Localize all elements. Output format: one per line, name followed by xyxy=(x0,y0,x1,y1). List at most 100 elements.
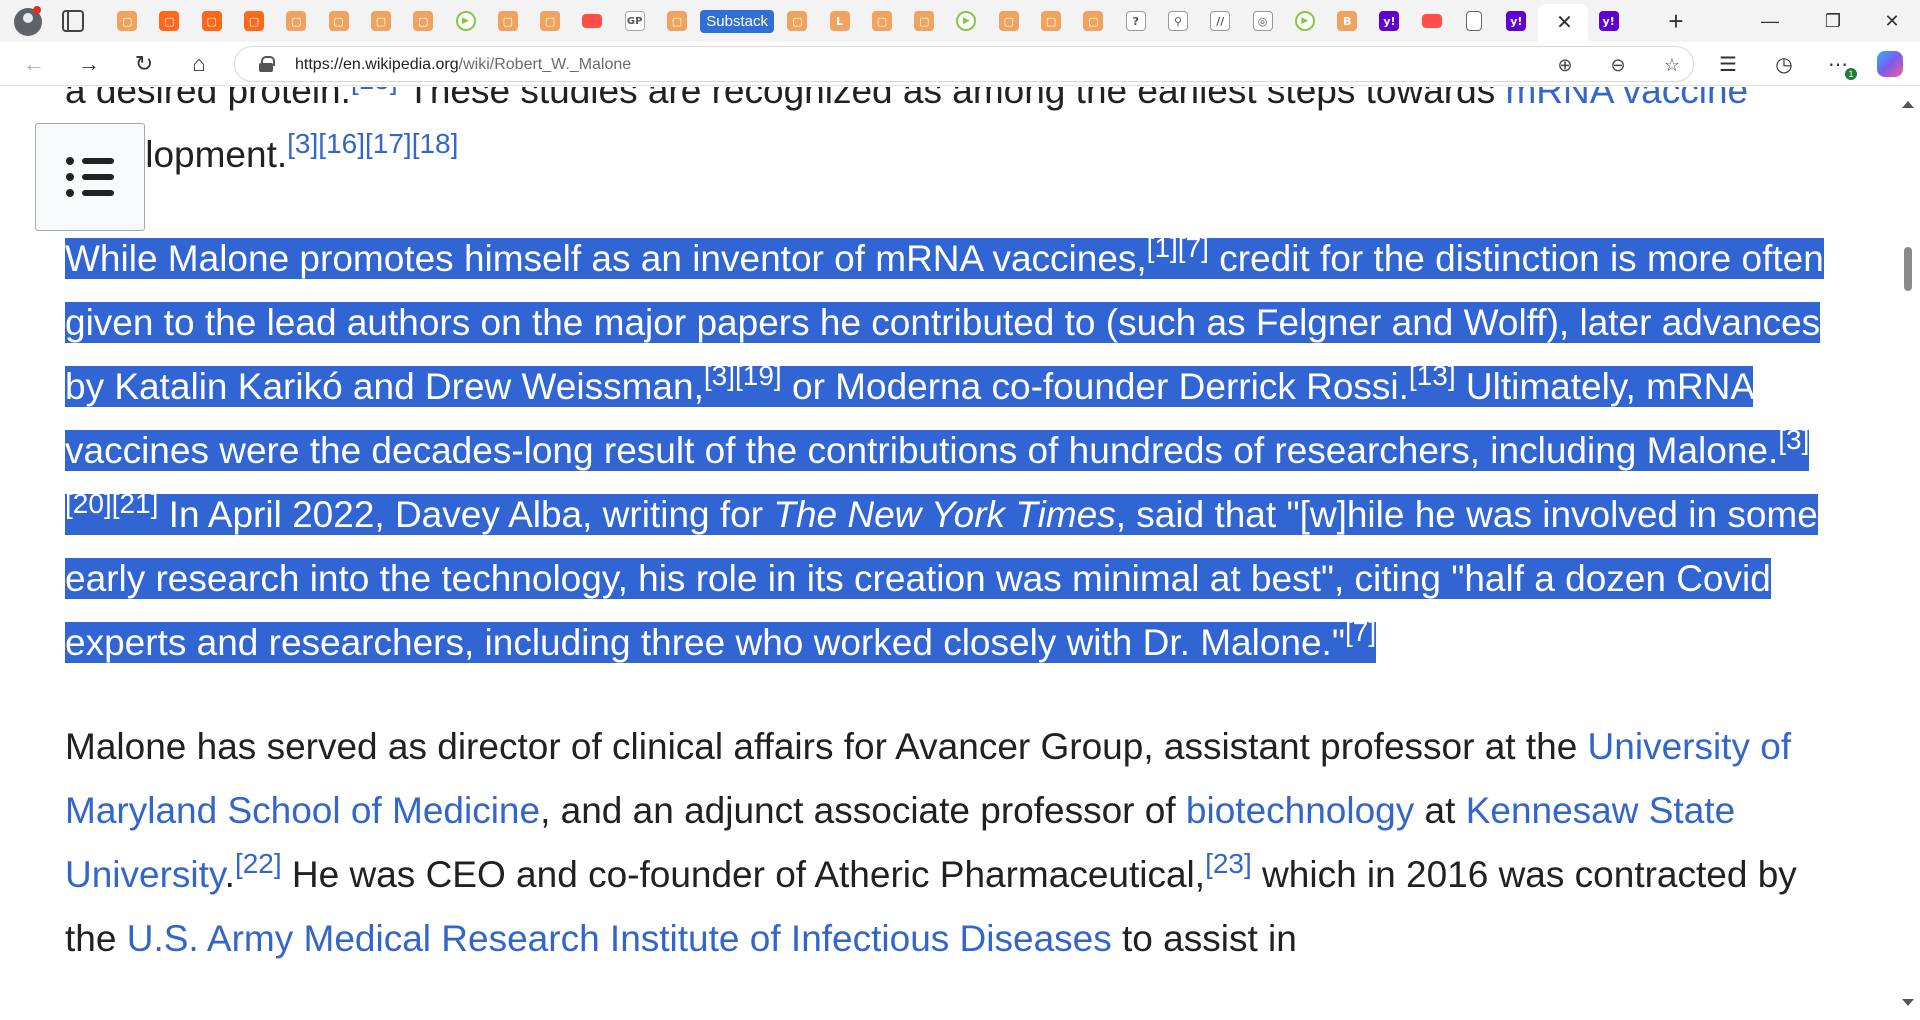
browser-tab[interactable]: ▢ xyxy=(776,4,818,38)
paragraph-mrna-research: a desired protein.[15] These studies are… xyxy=(65,87,1825,187)
browser-tab[interactable]: ▢ xyxy=(148,4,190,38)
link-usamriid[interactable]: U.S. Army Medical Research Institute of … xyxy=(127,918,1112,959)
browser-tab[interactable]: // xyxy=(1199,4,1241,38)
browser-tab[interactable]: ▢ xyxy=(1030,4,1072,38)
copilot-icon[interactable] xyxy=(1877,51,1903,77)
loc-icon: L xyxy=(829,11,850,31)
browser-tab[interactable]: y! xyxy=(1368,4,1410,38)
tab-close-icon[interactable]: ✕ xyxy=(1556,13,1573,33)
toc-toggle-button[interactable] xyxy=(35,123,145,231)
youtube-icon xyxy=(1421,14,1442,28)
home-icon[interactable]: ⌂ xyxy=(183,48,215,80)
citation-link[interactable]: [1][7] xyxy=(1147,232,1209,263)
maximize-icon[interactable]: ❐ xyxy=(1813,6,1853,36)
read-aloud-icon[interactable]: ⊖ xyxy=(1604,51,1632,79)
url-host: https://en.wikipedia.org xyxy=(295,56,459,73)
new-tab-button[interactable]: + xyxy=(1660,5,1692,37)
browser-tab[interactable]: ▢ xyxy=(233,4,275,38)
history-icon[interactable]: ◷ xyxy=(1768,48,1800,80)
text: While Malone promotes himself as an inve… xyxy=(65,238,1147,279)
browser-tab[interactable] xyxy=(1453,4,1495,38)
substack-icon: ▢ xyxy=(787,11,808,31)
url-text[interactable]: https://en.wikipedia.org/wiki/Robert_W._… xyxy=(295,56,631,74)
scroll-thumb[interactable] xyxy=(1904,247,1912,291)
favorites-icon[interactable]: ☰ xyxy=(1712,48,1744,80)
generic-icon: // xyxy=(1210,11,1231,31)
browser-tab[interactable]: ▢ xyxy=(317,4,359,38)
browser-tab[interactable]: ▢ xyxy=(360,4,402,38)
scroll-up-icon[interactable] xyxy=(1902,101,1914,108)
text: to assist in xyxy=(1111,918,1297,959)
page-scrollbar[interactable] xyxy=(1896,87,1920,1020)
browser-tab[interactable]: ▢ xyxy=(275,4,317,38)
browser-tab[interactable]: ▢ xyxy=(988,4,1030,38)
browser-tab[interactable]: y! xyxy=(1495,4,1537,38)
lock-icon[interactable] xyxy=(259,56,275,72)
tab-strip: ▢ ▢ ▢ ▢ ▢ ▢ ▢ ▢ ▶ ▢ ▢ GP ▢ Substack ▢ L ▢ ▢ ▶ ▢ ▢ ▢? ⚲ // ◎ ▶ By! y… xyxy=(0,0,1920,42)
browser-tab[interactable]: ▢ xyxy=(1072,4,1114,38)
browser-tab[interactable]: ⚲ xyxy=(1157,4,1199,38)
text: , and an adjunct associate professor of xyxy=(540,790,1186,831)
substack-icon: ▢ xyxy=(667,11,687,31)
citation-link[interactable]: [13] xyxy=(1409,360,1456,391)
notification-dot xyxy=(33,6,41,14)
browser-tab[interactable]: ? xyxy=(1115,4,1157,38)
generic-icon: ◎ xyxy=(1252,11,1273,31)
browser-tab[interactable]: ▶ xyxy=(1284,4,1326,38)
forward-icon[interactable]: → xyxy=(73,48,105,80)
active-tab[interactable]: ✕ xyxy=(1537,4,1588,42)
tab-actions-icon[interactable] xyxy=(62,10,84,32)
paragraph-inventor-claim: While Malone promotes himself as an inve… xyxy=(65,227,1825,675)
link-biotechnology[interactable]: biotechnology xyxy=(1186,790,1414,831)
browser-tab[interactable]: ▢ xyxy=(402,4,444,38)
window-close-icon[interactable]: ✕ xyxy=(1872,6,1912,36)
text: Malone has served as director of clinica… xyxy=(65,726,1588,767)
paragraph-career: Malone has served as director of clinica… xyxy=(65,715,1825,971)
browser-tab[interactable]: ▢ xyxy=(191,4,233,38)
reload-icon[interactable]: ↻ xyxy=(128,48,160,80)
minimize-icon[interactable]: — xyxy=(1750,6,1790,36)
browser-tab[interactable]: L xyxy=(818,4,860,38)
citation-link[interactable]: [22] xyxy=(235,848,282,879)
browser-tab[interactable]: ▢ xyxy=(106,4,148,38)
scroll-down-icon[interactable] xyxy=(1902,999,1914,1006)
citation-link[interactable]: [7] xyxy=(1345,616,1376,647)
browser-tab[interactable]: ▢ xyxy=(861,4,903,38)
link-mrna-vaccine[interactable]: mRNA vaccine xyxy=(1505,87,1748,111)
favorite-star-icon[interactable]: ☆ xyxy=(1658,51,1686,79)
browser-tab[interactable]: ▢ xyxy=(529,4,571,38)
extension-badge: 1 xyxy=(1845,68,1857,80)
publication-title: The New York Times xyxy=(773,494,1116,535)
browser-tab[interactable]: ▶ xyxy=(444,4,486,38)
browser-tab-substack[interactable]: Substack xyxy=(698,4,776,38)
citation-link[interactable]: [3][16][17][18] xyxy=(287,128,458,159)
browser-tab[interactable]: ◎ xyxy=(1241,4,1283,38)
browser-tab[interactable] xyxy=(1411,4,1453,38)
browser-tab[interactable]: ▢ xyxy=(903,4,945,38)
browser-tab[interactable]: y! xyxy=(1588,4,1630,38)
text: In April 2022, Davey Alba, writing for xyxy=(158,494,774,535)
browser-tab[interactable]: ▶ xyxy=(945,4,987,38)
document-icon xyxy=(1466,11,1483,31)
tab-list: ▢ ▢ ▢ ▢ ▢ ▢ ▢ ▢ ▶ ▢ ▢ GP ▢ Substack ▢ L ▢ ▢ ▶ ▢ ▢ ▢? ⚲ // ◎ ▶ By! y… xyxy=(106,0,1630,42)
citation-link[interactable]: [23] xyxy=(1205,848,1252,879)
browser-tab[interactable]: GP xyxy=(614,4,656,38)
search-icon: ⚲ xyxy=(1167,11,1188,31)
back-icon[interactable]: ← xyxy=(18,48,50,80)
list-icon xyxy=(66,157,114,197)
text: He was CEO and co-founder of Atheric Pha… xyxy=(281,854,1206,895)
citation-link[interactable]: [15] xyxy=(351,87,398,95)
text: . xyxy=(224,854,235,895)
zoom-icon[interactable]: ⊕ xyxy=(1551,51,1579,79)
browser-tab[interactable] xyxy=(571,4,613,38)
browser-toolbar: ← → ↻ ⌂ https://en.wikipedia.org/wiki/Ro… xyxy=(0,42,1920,86)
browser-tab[interactable]: ▢ xyxy=(487,4,529,38)
browser-tab[interactable]: B xyxy=(1326,4,1368,38)
text: or Moderna co-founder Derrick Rossi. xyxy=(781,366,1409,407)
address-bar[interactable]: https://en.wikipedia.org/wiki/Robert_W._… xyxy=(234,46,1694,82)
yahoo-icon: y! xyxy=(1379,11,1400,31)
citation-link[interactable]: [3][19] xyxy=(704,360,782,391)
rumble-icon: ▶ xyxy=(1294,11,1315,31)
browser-tab[interactable]: ▢ xyxy=(656,4,698,38)
rumble-icon: ▶ xyxy=(956,11,977,31)
